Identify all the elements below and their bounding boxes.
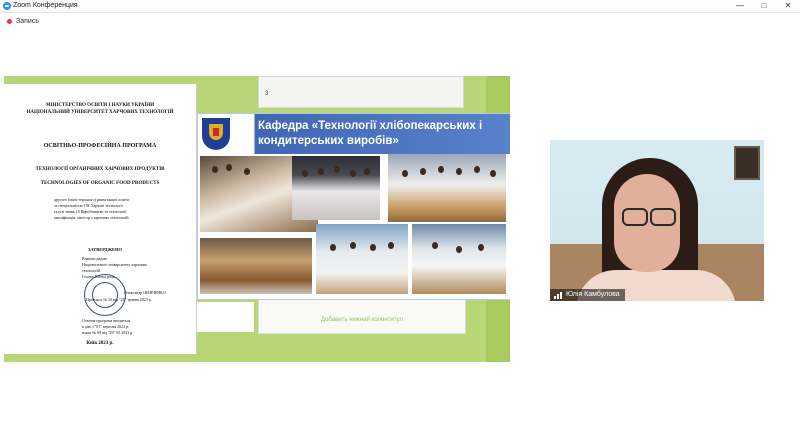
title-bar: Zoom Конференция — □ ✕ bbox=[0, 0, 800, 13]
photo-bread-board bbox=[200, 238, 312, 294]
close-button[interactable]: ✕ bbox=[776, 0, 800, 12]
wall-picture bbox=[734, 146, 760, 180]
participant-video-tile[interactable]: Юлія Камбулова bbox=[550, 140, 764, 301]
doc-protocol: Протокол № 10 від "25" травня 2023 р. bbox=[86, 297, 152, 302]
doc-level-4: кваліфікація: магістр з харчових техноло… bbox=[54, 215, 129, 220]
doc-city-year: Київ 2023 р. bbox=[86, 341, 114, 346]
slide-footer-area[interactable]: Добавить нижний колонтитул bbox=[258, 298, 466, 334]
program-document-page: МІНІСТЕРСТВО ОСВІТИ І НАУКИ УКРАЇНИ НАЦІ… bbox=[4, 84, 197, 354]
doc-approved: ЗАТВЕРДЖЕНО bbox=[88, 247, 123, 252]
minimize-button[interactable]: — bbox=[728, 0, 752, 12]
doc-program-name-ua: ТЕХНОЛОГІЇ ОРГАНІЧНИХ ХАРЧОВИХ ПРОДУКТІВ bbox=[35, 167, 165, 172]
presentation-slide: Кафедра «Технології хлібопекарських і ко… bbox=[197, 113, 510, 300]
doc-program-title: ОСВІТНЬО-ПРОФЕСІЙНА ПРОГРАМА bbox=[43, 143, 157, 149]
slide-title: Кафедра «Технології хлібопекарських і ко… bbox=[258, 120, 483, 147]
doc-enacted-3: наказ № 69 від "26" 05 2023 р. bbox=[82, 330, 134, 335]
glasses-right bbox=[650, 208, 676, 226]
slide-number: 3 bbox=[265, 91, 269, 97]
recording-bar: Запись bbox=[0, 13, 800, 31]
signal-icon bbox=[554, 292, 564, 299]
blank-area bbox=[196, 302, 254, 332]
zoom-app-icon bbox=[3, 2, 11, 10]
university-seal bbox=[84, 274, 126, 316]
doc-program-name-en: TECHNOLOGIES OF ORGANIC FOOD PRODUCTS bbox=[40, 181, 160, 186]
university-crest-icon bbox=[202, 118, 230, 150]
participant-name: Юлія Камбулова bbox=[566, 291, 620, 298]
glasses-left bbox=[622, 208, 648, 226]
doc-signer: Олександр ШЕВЧЕНКО bbox=[124, 290, 166, 295]
recording-label[interactable]: Запись bbox=[16, 16, 39, 28]
slide-thumbnail-top[interactable]: 3 bbox=[258, 76, 464, 108]
window-title: Zoom Конференция bbox=[13, 2, 78, 9]
photo-group-students bbox=[292, 156, 380, 220]
participant-name-tag: Юлія Камбулова bbox=[550, 289, 625, 301]
photo-pastry-class bbox=[412, 224, 506, 294]
footer-placeholder[interactable]: Добавить нижний колонтитул bbox=[259, 317, 465, 323]
slide-header: Кафедра «Технології хлібопекарських і ко… bbox=[198, 114, 510, 154]
photo-bakers-team bbox=[388, 154, 506, 222]
doc-university: НАЦІОНАЛЬНИЙ УНІВЕРСИТЕТ ХАРЧОВИХ ТЕХНОЛ… bbox=[26, 110, 174, 115]
photo-lab-group bbox=[316, 224, 408, 294]
maximize-button[interactable]: □ bbox=[752, 0, 776, 12]
shared-screen: 3 Добавить нижний колонтитул МІНІСТЕРСТВ… bbox=[4, 76, 510, 362]
recording-dot-icon bbox=[7, 19, 12, 24]
